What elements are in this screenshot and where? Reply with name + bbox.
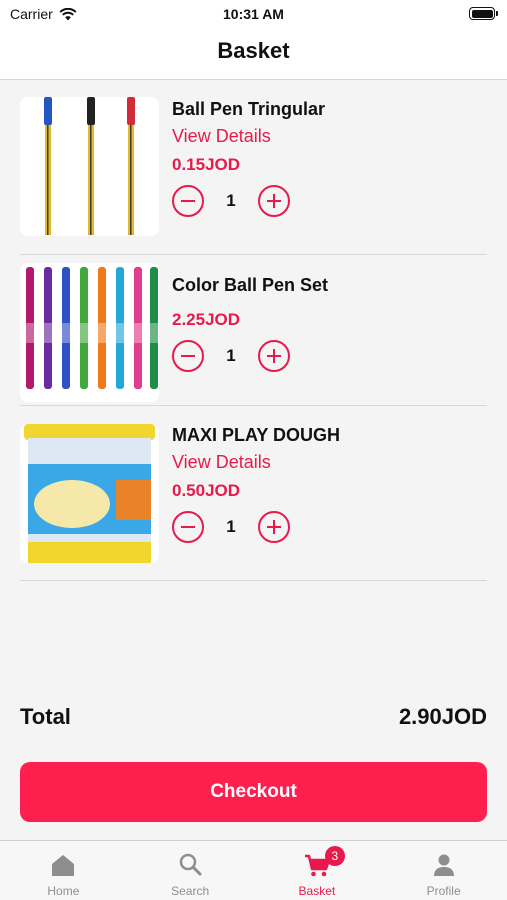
item-price: 0.50JOD <box>172 481 241 500</box>
basket-list: Ball Pen Tringular View Details 0.15JOD … <box>20 80 487 581</box>
item-name: Ball Pen Tringular <box>172 99 326 119</box>
view-details-link[interactable]: View Details <box>172 126 325 147</box>
item-price: 2.25JOD <box>172 310 241 329</box>
basket-item: MAXI PLAY DOUGH View Details 0.50JOD 1 <box>20 406 487 581</box>
profile-icon <box>433 854 454 876</box>
view-details-link[interactable]: View Details <box>172 452 340 473</box>
tab-basket[interactable]: 3 Basket <box>254 841 381 900</box>
increase-quantity-button[interactable] <box>258 511 290 543</box>
total-label: Total <box>20 704 71 729</box>
item-name: Color Ball Pen Set <box>172 275 329 295</box>
tab-bar: Home Search 3 Basket Profile <box>0 840 507 900</box>
checkout-button[interactable]: Checkout <box>20 762 487 822</box>
increase-quantity-button[interactable] <box>258 185 290 217</box>
quantity-value: 1 <box>226 191 236 210</box>
tab-label: Profile <box>426 884 461 898</box>
quantity-value: 1 <box>226 346 236 365</box>
item-name: MAXI PLAY DOUGH <box>172 425 341 445</box>
tab-search[interactable]: Search <box>127 841 254 900</box>
tab-profile[interactable]: Profile <box>380 841 507 900</box>
page-title: Basket <box>217 38 290 63</box>
quantity-stepper: 1 <box>172 185 325 217</box>
tab-home[interactable]: Home <box>0 841 127 900</box>
status-bar: Carrier 10:31 AM <box>0 0 507 28</box>
quantity-stepper: 1 <box>172 511 340 543</box>
home-icon <box>52 855 75 876</box>
nav-bar: Basket <box>0 28 507 80</box>
quantity-value: 1 <box>226 517 236 536</box>
product-image-color-pen-set[interactable] <box>20 263 159 402</box>
increase-quantity-button[interactable] <box>258 340 290 372</box>
basket-item: Ball Pen Tringular View Details 0.15JOD … <box>20 80 487 255</box>
total-row: Total 2.90JOD <box>20 704 487 736</box>
basket-item: Color Ball Pen Set 2.25JOD 1 <box>20 255 487 406</box>
decrease-quantity-button[interactable] <box>172 185 204 217</box>
tab-label: Home <box>47 884 80 898</box>
decrease-quantity-button[interactable] <box>172 340 204 372</box>
tab-label: Basket <box>298 884 336 898</box>
cart-count-badge: 3 <box>324 846 345 866</box>
decrease-quantity-button[interactable] <box>172 511 204 543</box>
total-value: 2.90JOD <box>398 704 487 729</box>
product-image-play-dough[interactable] <box>20 424 159 563</box>
product-image-ball-pen[interactable] <box>20 97 159 236</box>
status-time: 10:31 AM <box>223 6 284 22</box>
quantity-stepper: 1 <box>172 340 328 372</box>
battery-icon <box>469 7 498 20</box>
tab-label: Search <box>171 884 210 898</box>
item-price: 0.15JOD <box>172 155 241 174</box>
search-icon <box>179 853 202 876</box>
